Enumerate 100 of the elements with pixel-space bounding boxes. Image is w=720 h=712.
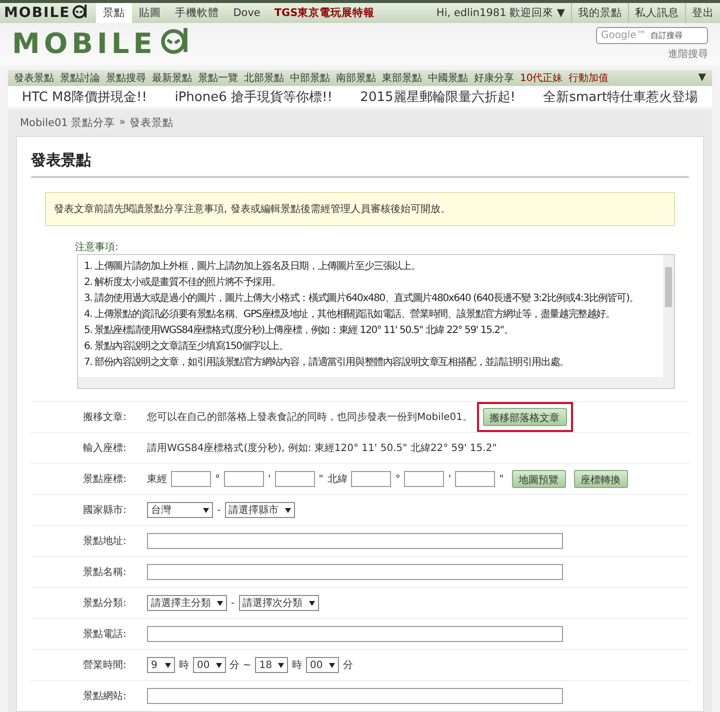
time-unit: 分 ~ xyxy=(230,659,252,672)
text-input[interactable] xyxy=(147,533,563,549)
coordinate-input[interactable] xyxy=(455,471,496,487)
note-line: 3. 請勿使用過大或是過小的圖片，圖片上傳大小格式：橫式圖片640x480、直式圖片480x640 (640長邊不變 3:2比例或4:3比例皆可)。 xyxy=(84,292,640,305)
nav-link[interactable]: 景點討論 xyxy=(60,70,100,85)
time-unit: 分 xyxy=(342,659,353,672)
horizontal-scrollbar[interactable] xyxy=(78,377,674,388)
unit-label: " xyxy=(499,474,504,484)
caret-icon xyxy=(308,600,315,606)
page-title: 發表景點 xyxy=(31,145,689,178)
unit-label: ' xyxy=(268,474,271,484)
note-line: 5. 景點座標請使用WGS84座標格式(度分秒)上傳座標，例如：東經 120° 11' 50.5" 北緯 22° 59' 15.2"。 xyxy=(84,324,514,337)
dropdown-select[interactable]: 請選擇主分類 xyxy=(147,595,227,611)
site-logo: MOBILE xyxy=(0,3,96,23)
top-tab[interactable]: 手機軟體 xyxy=(168,3,226,23)
unit-label: " xyxy=(318,474,324,484)
robot-head-icon xyxy=(72,3,88,19)
dropdown-select[interactable]: 00 xyxy=(306,657,339,673)
caret-icon xyxy=(216,662,222,668)
unit-label: ° xyxy=(215,474,220,484)
coordinate-hint: 請用WGS84座標格式(度分秒), 例如: 東經120° 11' 50.5" 北緯22° 59' 15.2" xyxy=(147,442,497,455)
dropdown-select[interactable]: 請選擇縣市 xyxy=(224,502,295,518)
note-line: 1. 上傳圖片請勿加上外框，圖片上請勿加上簽名及日期，上傳圖片至少三張以上。 xyxy=(84,260,422,273)
unit-label: ' xyxy=(448,474,452,484)
top-tab[interactable]: 景點 xyxy=(96,3,132,23)
site-logo: MOBILE xyxy=(12,25,190,62)
promo-link[interactable]: iPhone6 搶手現貨等你標!! xyxy=(174,88,332,106)
field-label: 輸入座標: xyxy=(83,442,128,455)
dropdown-select[interactable]: 請選擇次分類 xyxy=(238,595,319,611)
coordinate-label: 北緯 xyxy=(327,472,348,486)
text-input[interactable] xyxy=(147,564,563,580)
coordinate-input[interactable] xyxy=(274,471,315,487)
text-input[interactable] xyxy=(147,626,563,642)
coordinate-input[interactable] xyxy=(171,471,211,487)
coordinate-input[interactable] xyxy=(351,471,392,487)
unit-label: ° xyxy=(395,474,400,484)
field-label: 國家縣市: xyxy=(83,504,128,517)
note-line: 6. 景點內容說明之文章請至少填寫150個字以上。 xyxy=(84,340,290,353)
top-tab[interactable]: 貼圖 xyxy=(132,3,168,23)
nav-link[interactable]: 北部景點 xyxy=(244,70,284,85)
breadcrumb-item[interactable]: 發表景點 xyxy=(130,116,174,130)
caret-icon xyxy=(328,662,335,668)
nav-link[interactable]: 發表景點 xyxy=(14,70,54,85)
field-label: 搬移文章: xyxy=(83,410,128,424)
dropdown-select[interactable]: 18 xyxy=(255,657,288,673)
search-field[interactable]: Google™ 自訂搜尋 xyxy=(596,26,708,44)
promo-link[interactable]: 2015麗星郵輪限量六折起! xyxy=(360,88,516,106)
caret-icon xyxy=(284,508,291,512)
nav-link[interactable]: 中國景點 xyxy=(428,70,468,85)
nav-link[interactable]: 10代正妹 xyxy=(520,70,563,85)
vertical-scrollbar[interactable] xyxy=(663,255,674,377)
field-label: 景點網站: xyxy=(83,690,128,703)
field-label: 營業時間: xyxy=(83,658,128,672)
nav-link[interactable]: 景點搜尋 xyxy=(106,70,146,85)
notice-banner: 發表文章前請先閱讀景點分享注意事項, 發表或編輯景點後需經管理人員審核後始可開放。 xyxy=(45,192,675,226)
robot-head-icon xyxy=(160,25,190,56)
note-line: 4. 上傳景點的資訊必須要有景點名稱、GPS座標及地址，其他相關資訊如電話、營業時間、該景點官方網址等，盡量越完整越好。 xyxy=(84,308,616,321)
caret-icon xyxy=(217,600,223,606)
dropdown-select[interactable]: 00 xyxy=(193,657,226,673)
coordinate-label: 東經 xyxy=(147,472,167,486)
coordinate-button[interactable]: 地圖預覽 xyxy=(512,470,566,488)
nav-link[interactable]: 好康分享 xyxy=(474,70,514,85)
coordinate-input[interactable] xyxy=(404,471,444,487)
field-label: 景點電話: xyxy=(83,628,128,641)
promo-link[interactable]: 全新smart特仕車惹火登場 xyxy=(543,88,698,106)
notes-label: 注意事項: xyxy=(75,240,120,254)
separator-text: - xyxy=(217,504,221,516)
time-unit: 時 xyxy=(292,658,302,672)
nav-toggle[interactable]: ▼ xyxy=(698,72,706,84)
coordinate-button[interactable]: 座標轉換 xyxy=(574,470,628,488)
separator-text: - xyxy=(231,598,235,608)
text-input[interactable] xyxy=(147,688,563,704)
field-label: 景點分類: xyxy=(83,596,128,610)
field-label: 景點名稱: xyxy=(83,566,128,579)
dropdown-select[interactable]: 9 xyxy=(147,657,175,673)
user-menu[interactable]: Hi, edlin1981 歡迎回來 ▼ xyxy=(430,3,571,23)
promo-link[interactable]: HTC M8降價拼現金!! xyxy=(22,88,147,106)
nav-link[interactable]: 東部景點 xyxy=(382,70,422,85)
import-blog-button[interactable]: 搬移部落格文章 xyxy=(482,408,567,426)
advanced-search-link[interactable]: 進階搜尋 xyxy=(668,46,708,61)
field-label: 景點座標: xyxy=(83,472,128,486)
breadcrumb-item: » xyxy=(119,116,126,130)
coordinate-input[interactable] xyxy=(224,471,264,487)
note-line: 2. 解析度太小或是畫質不佳的照片將不予採用。 xyxy=(84,276,282,289)
breadcrumb-item[interactable]: Mobile01 景點分享 xyxy=(20,116,116,130)
note-line: 7. 部份內容說明之文章，如引用該景點官方網站內容，請適當引用與整體內容說明文章互相搭配，並請註明引用出處。 xyxy=(84,356,570,369)
nav-link[interactable]: 南部景點 xyxy=(336,70,376,85)
top-tab[interactable]: TGS東京電玩展特報 xyxy=(267,3,382,23)
top-tab[interactable]: Dove xyxy=(226,3,268,23)
nav-link[interactable]: 景點一覽 xyxy=(198,70,238,85)
import-description: 您可以在自己的部落格上發表食記的同時，也同步發表一份到Mobile01。 xyxy=(147,410,473,424)
nav-link[interactable]: 中部景點 xyxy=(290,70,330,85)
field-label: 景點地址: xyxy=(83,534,128,548)
nav-link[interactable]: 最新景點 xyxy=(152,70,192,85)
caret-icon xyxy=(165,662,171,668)
dropdown-select[interactable]: 台灣 xyxy=(147,502,213,518)
caret-icon xyxy=(278,662,284,668)
nav-link[interactable]: 行動加值 xyxy=(568,70,609,85)
caret-icon xyxy=(203,508,209,512)
time-unit: 時 xyxy=(179,658,189,672)
